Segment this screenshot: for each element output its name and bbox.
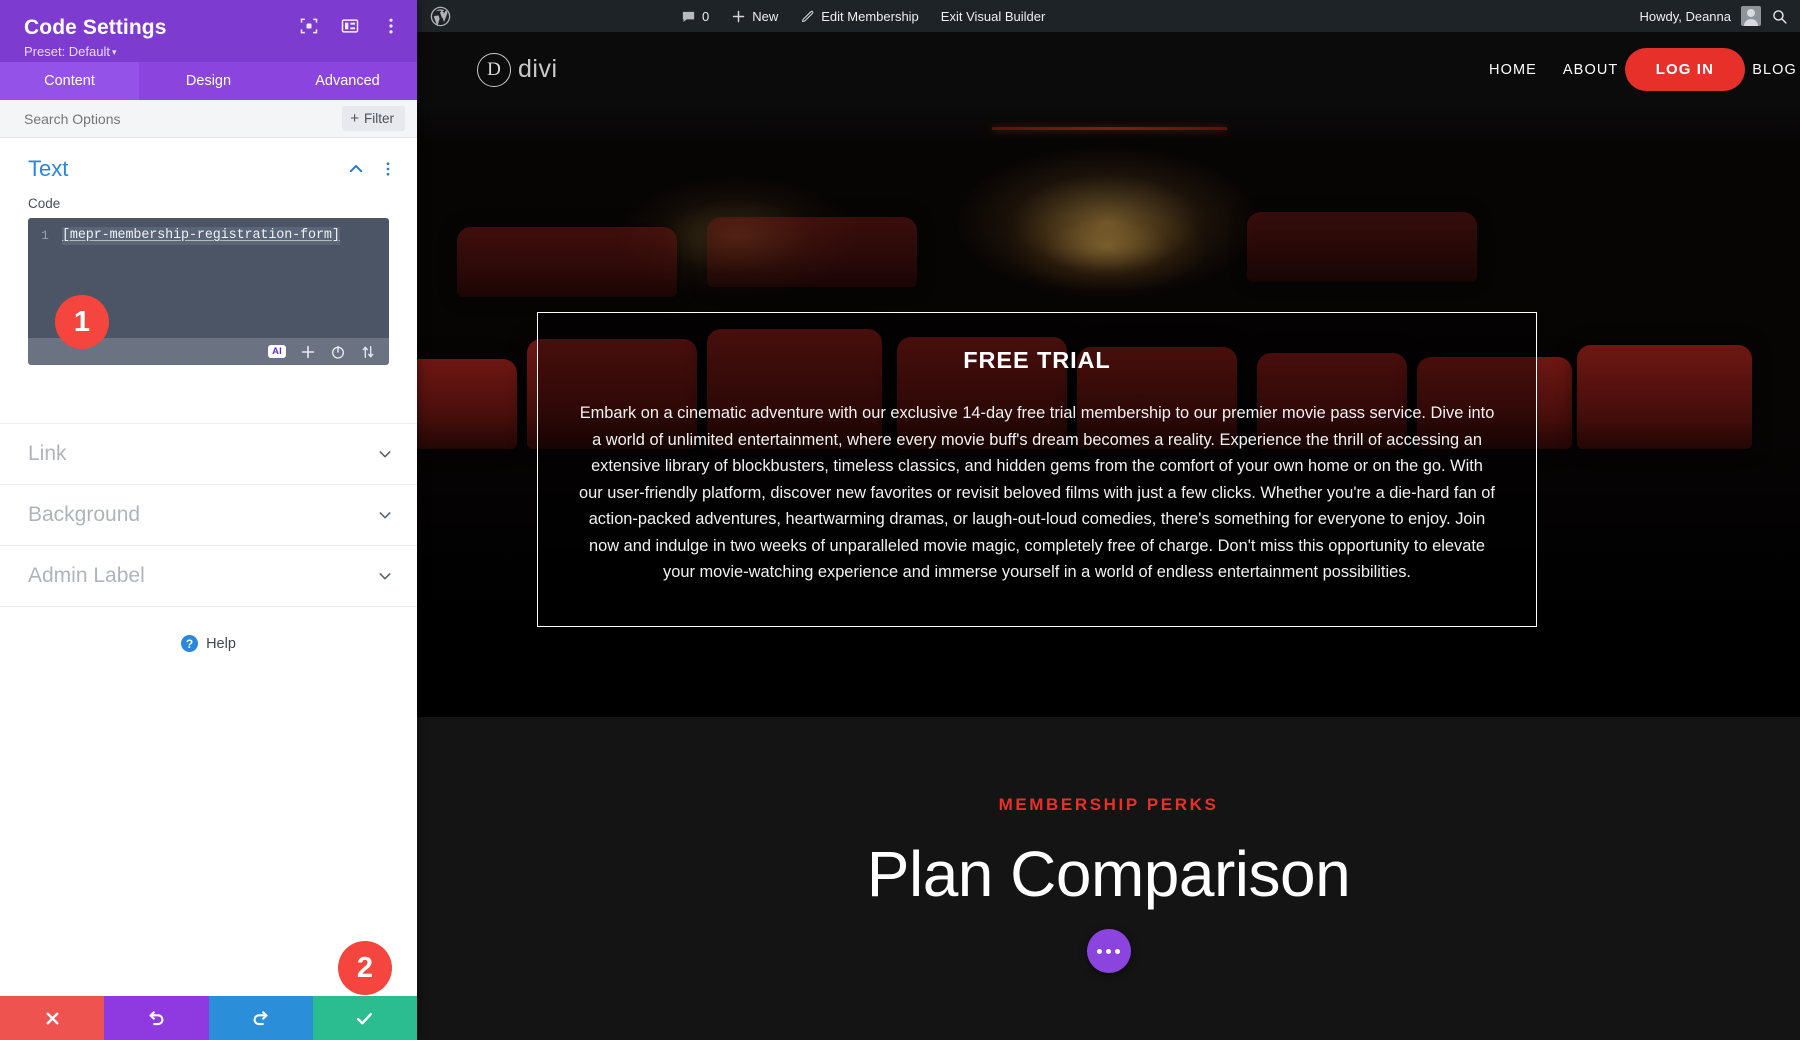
panel-body: Text Code 1 [mepr-membership-registratio… [0, 138, 417, 996]
help-label: Help [206, 635, 236, 652]
accordion-admin-label[interactable]: Admin Label [0, 546, 417, 607]
site-logo[interactable]: D divi [477, 52, 558, 87]
nav-item-blog[interactable]: BLOG [1752, 62, 1797, 78]
step-marker-1: 1 [55, 295, 109, 349]
free-trial-card: FREE TRIAL Embark on a cinematic adventu… [537, 312, 1537, 628]
tab-content[interactable]: Content [0, 62, 139, 100]
hero-section: FREE TRIAL Embark on a cinematic adventu… [417, 107, 1800, 717]
dot-icon [1106, 948, 1111, 954]
exit-visual-builder-link[interactable]: Exit Visual Builder [930, 0, 1057, 32]
cancel-button[interactable] [0, 996, 105, 1040]
text-section-title: Text [28, 156, 69, 181]
avatar[interactable] [1741, 6, 1761, 26]
text-section-header: Text [0, 138, 417, 196]
more-options-icon[interactable] [381, 16, 401, 36]
panel-preset-selector[interactable]: Preset: Default ▾ [24, 44, 397, 59]
perks-title: Plan Comparison [866, 838, 1351, 910]
site-preview: 0 New Edit Membership Exit Visual Builde… [417, 0, 1800, 1040]
accordion-background[interactable]: Background [0, 485, 417, 546]
layout-icon[interactable] [340, 16, 360, 36]
comments-count: 0 [702, 8, 710, 24]
logo-wordmark: divi [518, 55, 558, 83]
chevron-down-icon [379, 512, 391, 519]
login-button[interactable]: LOG IN [1624, 48, 1745, 91]
help-button[interactable]: ? Help [0, 607, 417, 680]
accordion-admin-label-label: Admin Label [28, 564, 145, 587]
accordion-link-label: Link [28, 442, 67, 465]
add-icon[interactable] [300, 344, 316, 360]
module-options-fab[interactable] [1086, 929, 1131, 973]
wp-admin-bar: 0 New Edit Membership Exit Visual Builde… [417, 0, 1800, 32]
free-trial-body: Embark on a cinematic adventure with our… [579, 404, 1495, 582]
chevron-up-icon[interactable] [347, 160, 365, 178]
panel-tabs: Content Design Advanced [0, 62, 417, 100]
free-trial-title: FREE TRIAL [963, 347, 1111, 373]
redo-icon [253, 1010, 268, 1025]
focus-icon[interactable] [299, 16, 319, 36]
tab-design[interactable]: Design [139, 62, 278, 100]
tab-advanced[interactable]: Advanced [278, 62, 417, 100]
plus-icon [732, 10, 745, 22]
ai-badge-icon[interactable]: AI [268, 344, 286, 359]
chevron-down-icon: ▾ [112, 47, 117, 58]
panel-preset-label: Preset: Default [24, 44, 110, 60]
search-icon[interactable] [1771, 8, 1788, 25]
divi-settings-panel: Code Settings Preset: Default ▾ Content … [0, 0, 417, 1040]
close-icon [46, 1012, 59, 1024]
accordion-group: Link Background Admin Label [0, 423, 417, 607]
help-icon: ? [181, 635, 199, 652]
filter-button[interactable]: + Filter [342, 106, 405, 131]
site-header: D divi HOME ABOUT SERVICES BLOG LOG IN [417, 32, 1800, 107]
edit-membership-label: Edit Membership [821, 8, 919, 24]
text-section-icons [347, 160, 397, 178]
code-line-number: 1 [41, 229, 49, 243]
pencil-icon [802, 10, 814, 22]
wp-admin-bar-right: Howdy, Deanna [1639, 6, 1788, 26]
section-more-options-icon[interactable] [379, 160, 397, 178]
wordpress-logo-icon[interactable] [430, 6, 451, 27]
search-row: + Filter [0, 100, 417, 138]
accordion-link[interactable]: Link [0, 424, 417, 485]
nav-item-about[interactable]: ABOUT [1563, 62, 1618, 78]
chevron-down-icon [379, 573, 391, 580]
panel-header: Code Settings Preset: Default ▾ [0, 0, 417, 62]
membership-perks-section: MEMBERSHIP PERKS Plan Comparison [417, 717, 1800, 1040]
exit-visual-builder-label: Exit Visual Builder [940, 8, 1046, 24]
accordion-background-label: Background [28, 503, 141, 526]
power-toggle-icon[interactable] [330, 344, 346, 360]
filter-label: Filter [364, 111, 394, 126]
plus-icon: + [350, 110, 359, 127]
new-label: New [752, 8, 779, 24]
comment-icon [682, 11, 695, 22]
save-button[interactable] [312, 996, 417, 1040]
step-marker-2: 2 [338, 941, 392, 995]
redo-button[interactable] [208, 996, 313, 1040]
nav-item-home[interactable]: HOME [1489, 62, 1537, 78]
new-content-link[interactable]: New [720, 0, 789, 32]
undo-button[interactable] [104, 996, 209, 1040]
howdy-label[interactable]: Howdy, Deanna [1639, 9, 1731, 24]
undo-icon [149, 1010, 164, 1025]
edit-membership-link[interactable]: Edit Membership [789, 0, 930, 32]
search-input[interactable] [24, 110, 343, 127]
code-line: 1 [mepr-membership-registration-form] [28, 218, 389, 245]
wp-admin-bar-center: 0 New Edit Membership Exit Visual Builde… [670, 0, 1056, 32]
dot-icon [1115, 948, 1120, 954]
logo-mark: D [477, 52, 511, 87]
perks-eyebrow: MEMBERSHIP PERKS [998, 795, 1219, 814]
code-field-label: Code [28, 196, 61, 211]
comments-link[interactable]: 0 [670, 0, 720, 32]
checkmark-icon [357, 1012, 373, 1024]
panel-action-bar [0, 996, 417, 1040]
chevron-down-icon [379, 451, 391, 458]
dot-icon [1097, 948, 1102, 954]
panel-header-icon-group [299, 16, 401, 36]
reorder-icon[interactable] [360, 344, 376, 360]
code-value[interactable]: [mepr-membership-registration-form] [62, 227, 340, 245]
